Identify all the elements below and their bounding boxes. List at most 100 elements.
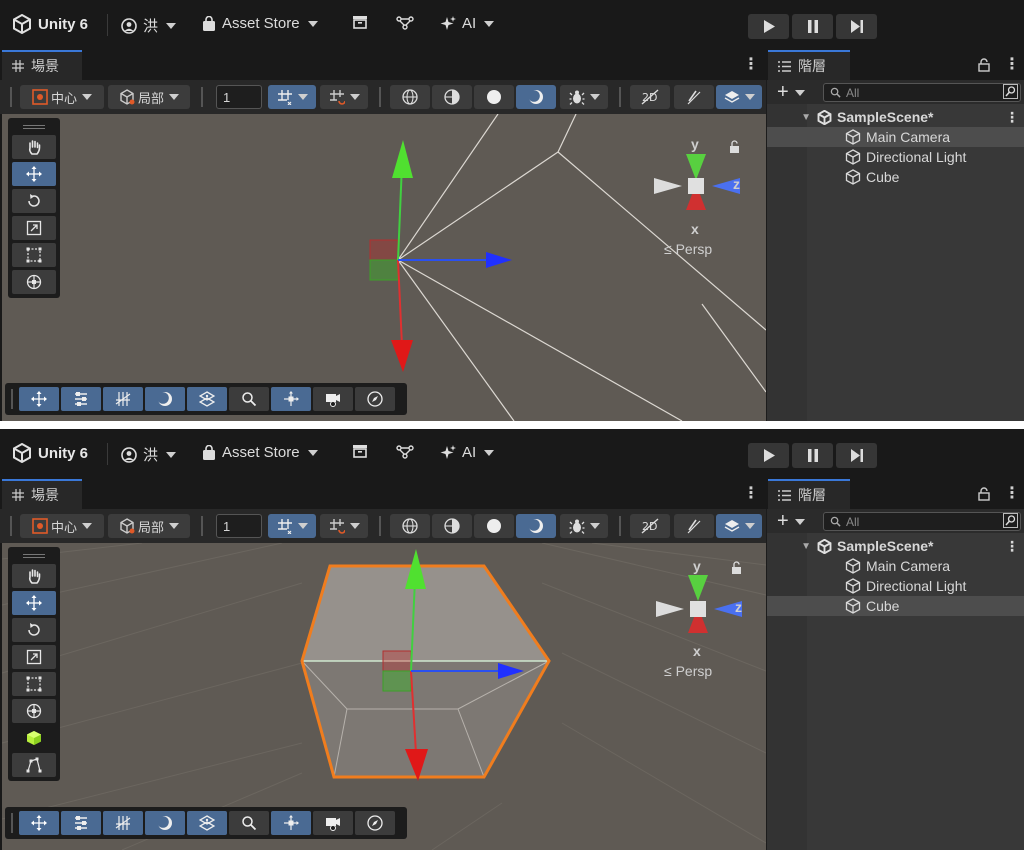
plane-handle-xz[interactable] <box>369 259 399 281</box>
debug-draw-dropdown[interactable] <box>560 514 608 538</box>
toolbar-grip[interactable] <box>10 516 12 536</box>
overlay-settings-button[interactable] <box>61 811 101 835</box>
rotate-tool-button[interactable] <box>12 618 56 642</box>
package-manager-button[interactable] <box>352 444 368 458</box>
edit-shape-tool-button[interactable] <box>12 753 56 777</box>
hierarchy-item-main-camera[interactable]: Main Camera <box>767 127 1024 147</box>
hierarchy-item-cube[interactable]: Cube <box>767 167 1024 187</box>
ai-button[interactable]: AI <box>440 15 495 32</box>
overlay-compass-button[interactable] <box>355 387 395 411</box>
asset-store-button[interactable]: Asset Store <box>202 15 318 32</box>
pause-button[interactable] <box>792 443 833 468</box>
tab-hierarchy[interactable]: 階層 <box>768 50 850 80</box>
scene-menu-icon[interactable]: ⋮ <box>1005 538 1019 555</box>
asset-store-button[interactable]: Asset Store <box>202 444 318 461</box>
draw-mode-shaded-button[interactable] <box>516 85 556 109</box>
hierarchy-item-main-camera[interactable]: Main Camera <box>767 556 1024 576</box>
x-axis-handle[interactable] <box>397 259 403 347</box>
rect-tool-button[interactable] <box>12 672 56 696</box>
expand-arrow-icon[interactable]: ▼ <box>767 112 811 123</box>
overlay-camera-button[interactable] <box>313 387 353 411</box>
grid-snapping-toggle[interactable] <box>320 85 368 109</box>
version-control-button[interactable] <box>396 444 414 460</box>
overlay-shading-button[interactable] <box>145 387 185 411</box>
account-button[interactable]: 洪 <box>121 444 177 465</box>
scene-menu-icon[interactable]: ⋮ <box>1005 109 1019 126</box>
palette-handle[interactable] <box>12 551 56 561</box>
draw-mode-unlit-button[interactable] <box>474 85 514 109</box>
toolbar-grip[interactable] <box>11 389 13 409</box>
package-manager-button[interactable] <box>352 15 368 29</box>
toolbar-grip[interactable] <box>619 516 621 536</box>
grid-snap-input[interactable]: 1 <box>216 85 262 109</box>
scene-root-row[interactable]: ▼ SampleScene* ⋮ <box>767 107 1024 127</box>
space-dropdown[interactable]: 局部 <box>108 514 190 538</box>
overlay-move-button[interactable] <box>19 811 59 835</box>
toolbar-grip[interactable] <box>379 516 381 536</box>
grid-snapping-toggle[interactable] <box>320 514 368 538</box>
grid-visibility-toggle[interactable] <box>268 85 316 109</box>
overlay-grid-button[interactable] <box>103 811 143 835</box>
z-axis-arrow[interactable] <box>486 252 512 268</box>
perspective-toggle[interactable]: ≤ Persp <box>664 663 712 679</box>
transform-tool-button[interactable] <box>12 699 56 723</box>
hierarchy-item-directional-light[interactable]: Directional Light <box>767 147 1024 167</box>
overlay-layers-button[interactable] <box>187 387 227 411</box>
draw-mode-wireframe-button[interactable] <box>390 514 430 538</box>
grid-snap-input[interactable]: 1 <box>216 514 262 538</box>
scene-menu-icon[interactable]: ⋮ <box>743 483 759 503</box>
overlay-camera-button[interactable] <box>313 811 353 835</box>
scale-tool-button[interactable] <box>12 645 56 669</box>
audio-toggle[interactable] <box>674 514 714 538</box>
move-tool-button[interactable] <box>12 591 56 615</box>
y-axis-handle[interactable] <box>397 163 403 261</box>
orientation-gizmo[interactable] <box>654 154 740 210</box>
view-tool-button[interactable] <box>12 135 56 159</box>
tab-scene[interactable]: 場景 <box>2 479 82 509</box>
tab-hierarchy[interactable]: 階層 <box>768 479 850 509</box>
overlay-settings-button[interactable] <box>61 387 101 411</box>
y-axis-arrow[interactable] <box>392 140 413 178</box>
orientation-gizmo[interactable] <box>656 575 742 633</box>
rotate-tool-button[interactable] <box>12 189 56 213</box>
play-button[interactable] <box>748 443 789 468</box>
rect-tool-button[interactable] <box>12 243 56 267</box>
effects-dropdown[interactable] <box>716 85 762 109</box>
pause-button[interactable] <box>792 14 833 39</box>
grid-visibility-toggle[interactable] <box>268 514 316 538</box>
move-tool-button[interactable] <box>12 162 56 186</box>
overlay-move-button[interactable] <box>19 387 59 411</box>
hierarchy-menu-icon[interactable]: ⋮ <box>1004 54 1020 74</box>
tab-scene[interactable]: 場景 <box>2 50 82 80</box>
scene-viewport[interactable]: y x z ≤ Persp <box>2 543 766 850</box>
hierarchy-item-cube[interactable]: Cube <box>767 596 1024 616</box>
audio-toggle[interactable] <box>674 85 714 109</box>
scene-menu-icon[interactable]: ⋮ <box>743 54 759 74</box>
view-tool-button[interactable] <box>12 564 56 588</box>
x-axis-arrow[interactable] <box>391 340 413 372</box>
hierarchy-search-input[interactable]: All <box>823 512 1021 531</box>
overlay-grid-button[interactable] <box>103 387 143 411</box>
draw-mode-wireframe-button[interactable] <box>390 85 430 109</box>
probuilder-cube-tool-button[interactable] <box>12 726 56 750</box>
toolbar-grip[interactable] <box>379 87 381 107</box>
overlay-search-button[interactable] <box>229 811 269 835</box>
transform-tool-button[interactable] <box>12 270 56 294</box>
debug-draw-dropdown[interactable] <box>560 85 608 109</box>
toolbar-grip[interactable] <box>619 87 621 107</box>
space-dropdown[interactable]: 局部 <box>108 85 190 109</box>
expand-arrow-icon[interactable]: ▼ <box>767 541 811 552</box>
plane-handle-xz[interactable] <box>382 670 412 692</box>
scene-lighting-toggle[interactable]: 2D <box>630 85 670 109</box>
create-button[interactable]: + <box>777 510 805 533</box>
search-filter-icon[interactable] <box>1003 513 1018 528</box>
play-button[interactable] <box>748 14 789 39</box>
toolbar-grip[interactable] <box>10 87 12 107</box>
overlay-pivot-button[interactable] <box>271 387 311 411</box>
perspective-toggle[interactable]: ≤ Persp <box>664 241 712 257</box>
toolbar-grip[interactable] <box>201 87 203 107</box>
unity-logo[interactable]: Unity 6 <box>12 14 88 34</box>
step-button[interactable] <box>836 14 877 39</box>
plane-handle-xy[interactable] <box>369 239 399 261</box>
step-button[interactable] <box>836 443 877 468</box>
